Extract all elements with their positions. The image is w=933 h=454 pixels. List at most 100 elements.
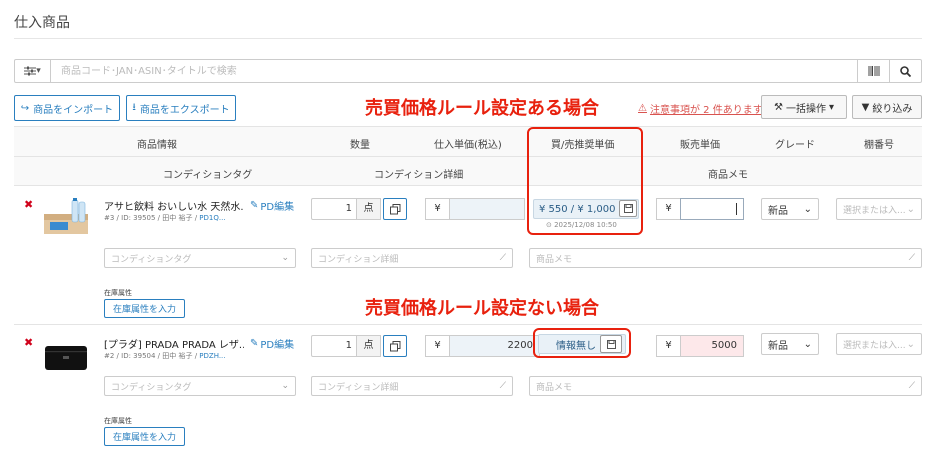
quantity-group: 1 点 bbox=[311, 198, 407, 220]
condition-detail-textarea[interactable]: コンディション詳細 ⟋ bbox=[311, 248, 513, 268]
product-meta: #2 / ID: 39504 / 田中 裕子 / PDZH... bbox=[104, 352, 226, 360]
column-header-grade: グレード bbox=[775, 140, 815, 151]
price-timestamp: ⊙ 2025/12/08 10:50 bbox=[546, 221, 617, 229]
bulk-actions-button[interactable]: ⚒ 一括操作 ▾ bbox=[761, 95, 847, 119]
pd-edit-link[interactable]: ✎ PD編集 bbox=[250, 336, 294, 351]
copy-icon bbox=[389, 203, 400, 214]
product-name: アサヒ飲料 おいしい水 天然水... bbox=[104, 202, 244, 213]
chevron-down-icon: ⌄ bbox=[906, 338, 915, 350]
currency-label: ¥ bbox=[425, 198, 449, 220]
save-icon bbox=[623, 204, 633, 213]
chevron-down-icon: ⌄ bbox=[281, 253, 289, 263]
divider bbox=[14, 156, 922, 157]
chevron-down-icon: ⌄ bbox=[906, 203, 915, 215]
pd-edit-link[interactable]: ✎ PD編集 bbox=[250, 198, 294, 213]
product-code-link[interactable]: PDZH... bbox=[199, 352, 225, 360]
resize-handle-icon: ⟋ bbox=[499, 381, 506, 391]
sale-price-group: ¥ 5000 bbox=[656, 335, 744, 357]
column-header-shelf: 棚番号 bbox=[864, 140, 894, 151]
product-meta: #3 / ID: 39505 / 田中 裕子 / PD1Q... bbox=[104, 214, 226, 222]
cost-input[interactable] bbox=[449, 198, 525, 220]
grade-select[interactable]: 新品 ⌄ bbox=[761, 333, 819, 355]
chevron-down-icon: ⌄ bbox=[803, 203, 812, 215]
shelf-select[interactable]: 選択または入... ⌄ bbox=[836, 333, 922, 355]
search-input[interactable] bbox=[51, 60, 857, 82]
divider bbox=[14, 324, 922, 325]
export-products-button[interactable]: ⭳ 商品をエクスポート bbox=[126, 95, 236, 121]
currency-label: ¥ bbox=[656, 198, 680, 220]
save-button[interactable] bbox=[600, 335, 622, 353]
sale-price-group: ¥ bbox=[656, 198, 744, 220]
filter-button[interactable]: ▼ 絞り込み bbox=[852, 95, 922, 119]
resize-handle-icon: ⟋ bbox=[499, 253, 506, 263]
search-filter-button[interactable]: ▾ bbox=[15, 60, 51, 82]
copy-icon bbox=[389, 340, 400, 351]
page-title: 仕入商品 bbox=[14, 15, 70, 31]
quantity-unit: 点 bbox=[357, 198, 381, 220]
product-code-link[interactable]: PD1Q... bbox=[199, 214, 225, 222]
resize-handle-icon: ⟋ bbox=[908, 253, 915, 263]
text-cursor bbox=[736, 203, 737, 215]
currency-label: ¥ bbox=[656, 335, 680, 357]
warning-icon: ⚠ bbox=[638, 103, 647, 114]
stock-attribute-button[interactable]: 在庫属性を入力 bbox=[104, 427, 185, 446]
column-header-memo: 商品メモ bbox=[708, 170, 748, 181]
stock-attribute-label: 在庫属性 bbox=[104, 417, 132, 425]
pencil-icon: ✎ bbox=[250, 338, 259, 349]
copy-button[interactable] bbox=[383, 198, 407, 220]
chevron-down-icon: ⌄ bbox=[281, 381, 289, 391]
delete-icon[interactable]: ✖ bbox=[24, 198, 33, 211]
share-icon: ↪ bbox=[20, 102, 30, 114]
clock-icon: ⊙ bbox=[546, 221, 555, 229]
quantity-group: 1 点 bbox=[311, 335, 407, 357]
magic-wand-icon: ⚒ bbox=[774, 101, 783, 113]
memo-textarea[interactable]: 商品メモ ⟋ bbox=[529, 248, 922, 268]
sliders-icon bbox=[24, 66, 37, 76]
column-header-condition-tag: コンディションタグ bbox=[163, 170, 253, 181]
product-thumbnail bbox=[45, 346, 87, 370]
column-header-product-info: 商品情報 bbox=[137, 140, 177, 151]
condition-tag-select[interactable]: コンディションタグ ⌄ bbox=[104, 376, 296, 396]
search-bar: ▾ bbox=[14, 59, 922, 83]
memo-textarea[interactable]: 商品メモ ⟋ bbox=[529, 376, 922, 396]
import-products-button[interactable]: ↪ 商品をインポート bbox=[14, 95, 120, 121]
column-header-condition-detail: コンディション詳細 bbox=[374, 170, 464, 181]
condition-tag-select[interactable]: コンディションタグ ⌄ bbox=[104, 248, 296, 268]
delete-icon[interactable]: ✖ bbox=[24, 336, 33, 349]
column-header-quantity: 数量 bbox=[350, 140, 370, 151]
currency-label: ¥ bbox=[425, 335, 449, 357]
barcode-icon bbox=[868, 66, 879, 76]
search-icon bbox=[900, 65, 911, 77]
quantity-input[interactable]: 1 bbox=[311, 335, 357, 357]
annotation-with-rule: 売買価格ルール設定ある場合 bbox=[365, 98, 599, 119]
barcode-button[interactable] bbox=[857, 60, 889, 82]
product-name: [プラダ] PRADA PRADA レザ... bbox=[104, 340, 244, 351]
caret-down-icon: ▾ bbox=[828, 101, 834, 113]
warnings-link[interactable]: ⚠ 注意事項が 2 件あります bbox=[638, 101, 763, 116]
resize-handle-icon: ⟋ bbox=[908, 381, 915, 391]
column-header-cost: 仕入単価(税込) bbox=[434, 140, 502, 151]
search-button[interactable] bbox=[889, 60, 921, 82]
chevron-down-icon: ⌄ bbox=[803, 338, 812, 350]
quantity-input[interactable]: 1 bbox=[311, 198, 357, 220]
cost-input[interactable]: 2200 bbox=[449, 335, 540, 357]
stock-attribute-button[interactable]: 在庫属性を入力 bbox=[104, 299, 185, 318]
grade-select[interactable]: 新品 ⌄ bbox=[761, 198, 819, 220]
condition-detail-textarea[interactable]: コンディション詳細 ⟋ bbox=[311, 376, 513, 396]
shelf-select[interactable]: 選択または入... ⌄ bbox=[836, 198, 922, 220]
save-button[interactable] bbox=[619, 200, 637, 217]
download-icon: ⭳ bbox=[132, 101, 136, 113]
caret-down-icon: ▾ bbox=[36, 66, 41, 76]
quantity-unit: 点 bbox=[357, 335, 381, 357]
stock-attribute-label: 在庫属性 bbox=[104, 289, 132, 297]
cost-group: ¥ 2200 bbox=[425, 335, 540, 357]
pencil-icon: ✎ bbox=[250, 200, 259, 211]
sale-price-input[interactable]: 5000 bbox=[680, 335, 744, 357]
column-header-sale-price: 販売単価 bbox=[680, 140, 720, 151]
save-icon bbox=[606, 339, 616, 349]
sale-price-input[interactable] bbox=[680, 198, 744, 220]
cost-group: ¥ bbox=[425, 198, 525, 220]
annotation-without-rule: 売買価格ルール設定ない場合 bbox=[365, 298, 599, 319]
copy-button[interactable] bbox=[383, 335, 407, 357]
product-thumbnail bbox=[44, 198, 88, 234]
